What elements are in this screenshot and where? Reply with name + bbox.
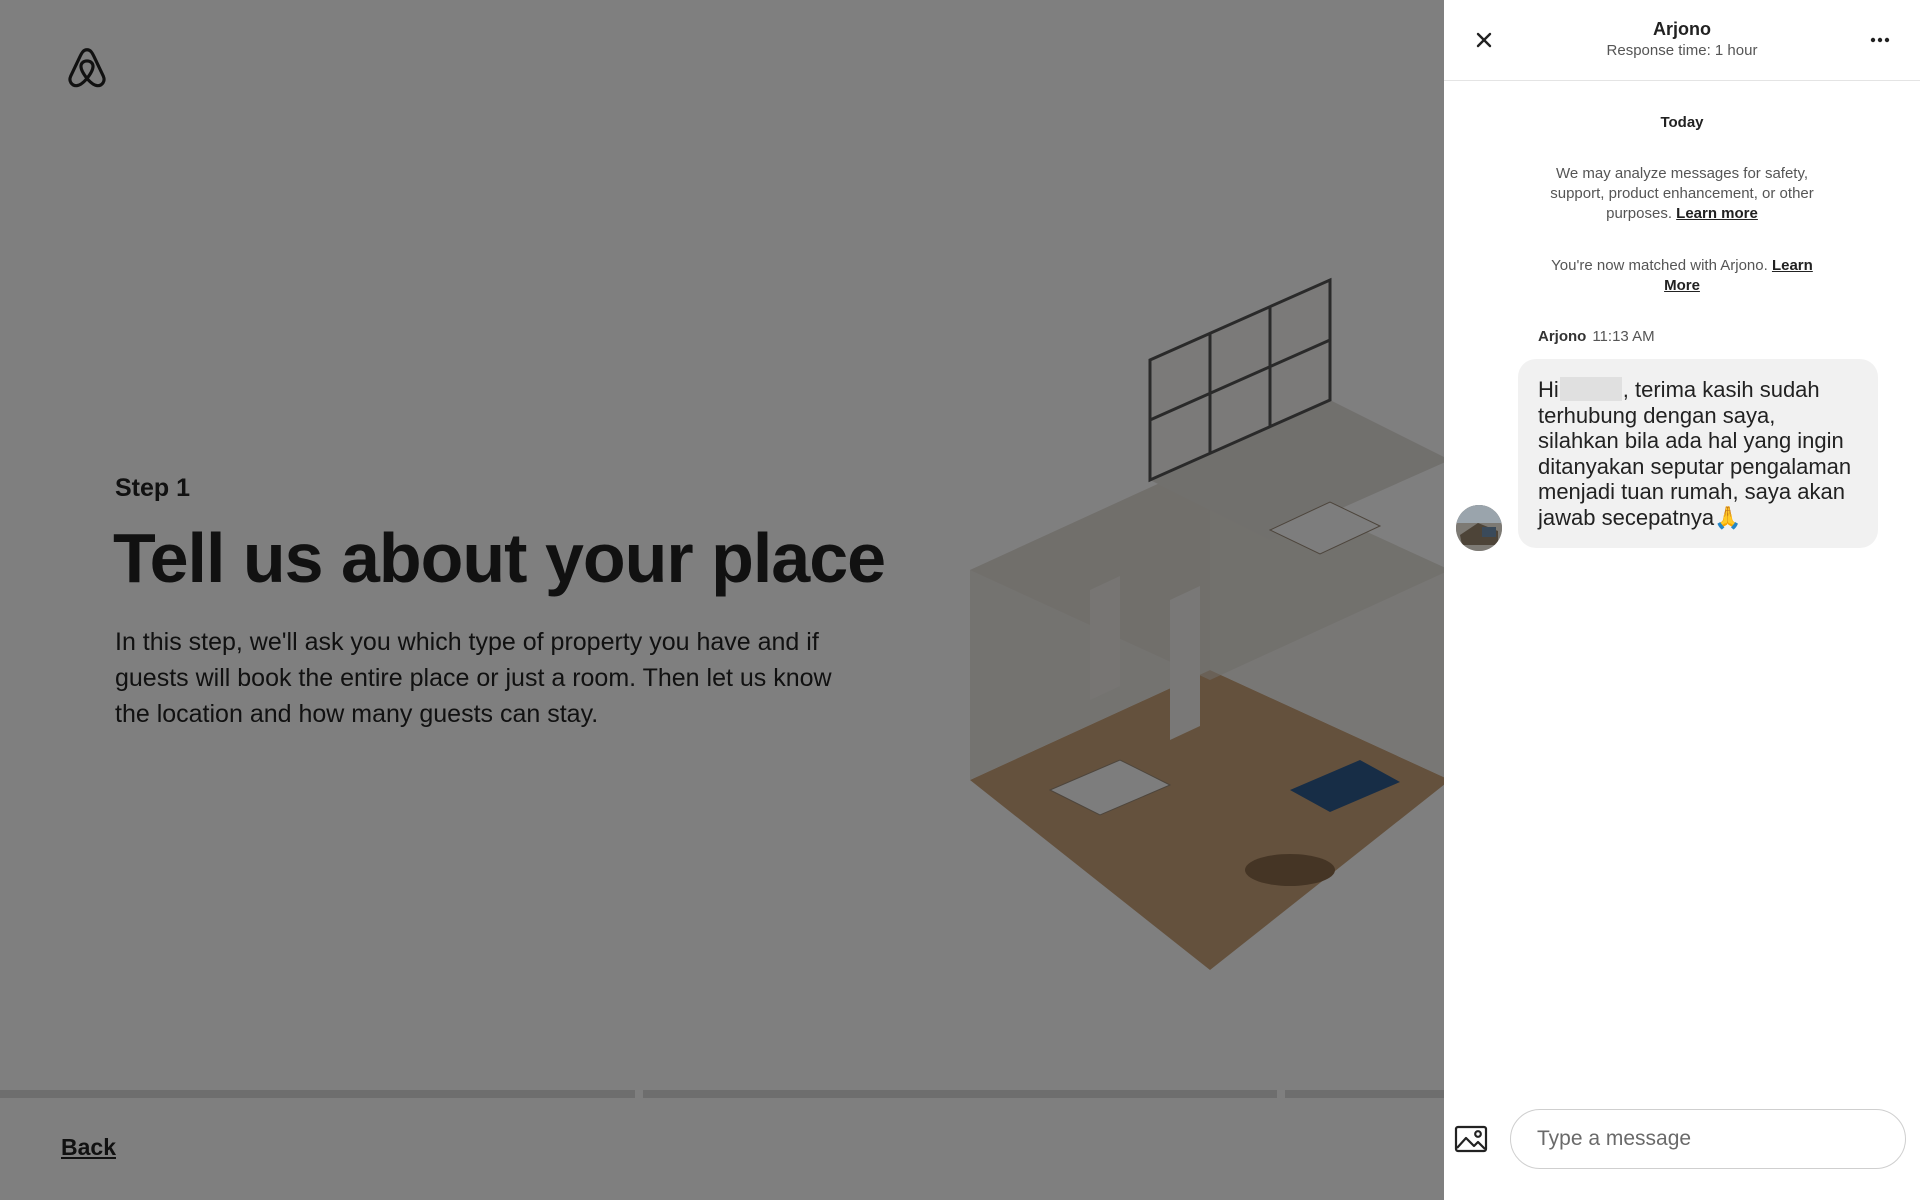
message-input[interactable] [1510,1109,1906,1169]
message-sender: Arjono [1538,328,1587,345]
image-icon[interactable] [1454,1124,1488,1154]
response-time: Response time: 1 hour [1606,42,1758,59]
message-time: 11:13 AM [1592,328,1655,345]
learn-more-link[interactable]: Learn more [1676,205,1758,222]
modal-overlay[interactable] [0,0,1444,1200]
match-notice: You're now matched with Arjono. Learn Mo… [1534,256,1830,296]
redacted-name [1559,377,1622,401]
message-bubble: Hi, terima kasih sudah terhubung dengan … [1518,359,1878,548]
more-options-icon[interactable] [1864,24,1896,56]
host-name: Arjono [1653,19,1711,39]
date-separator: Today [1660,114,1704,131]
match-notice-text: You're now matched with Arjono. [1551,257,1768,274]
avatar[interactable] [1456,505,1502,551]
chat-panel: Arjono Response time: 1 hour Today We ma… [1444,0,1920,1200]
message-meta: Arjono 11:13 AM [1538,328,1655,345]
message-greeting: Hi [1538,377,1559,402]
chat-header: Arjono Response time: 1 hour [1444,0,1920,81]
safety-notice: We may analyze messages for safety, supp… [1534,164,1830,224]
